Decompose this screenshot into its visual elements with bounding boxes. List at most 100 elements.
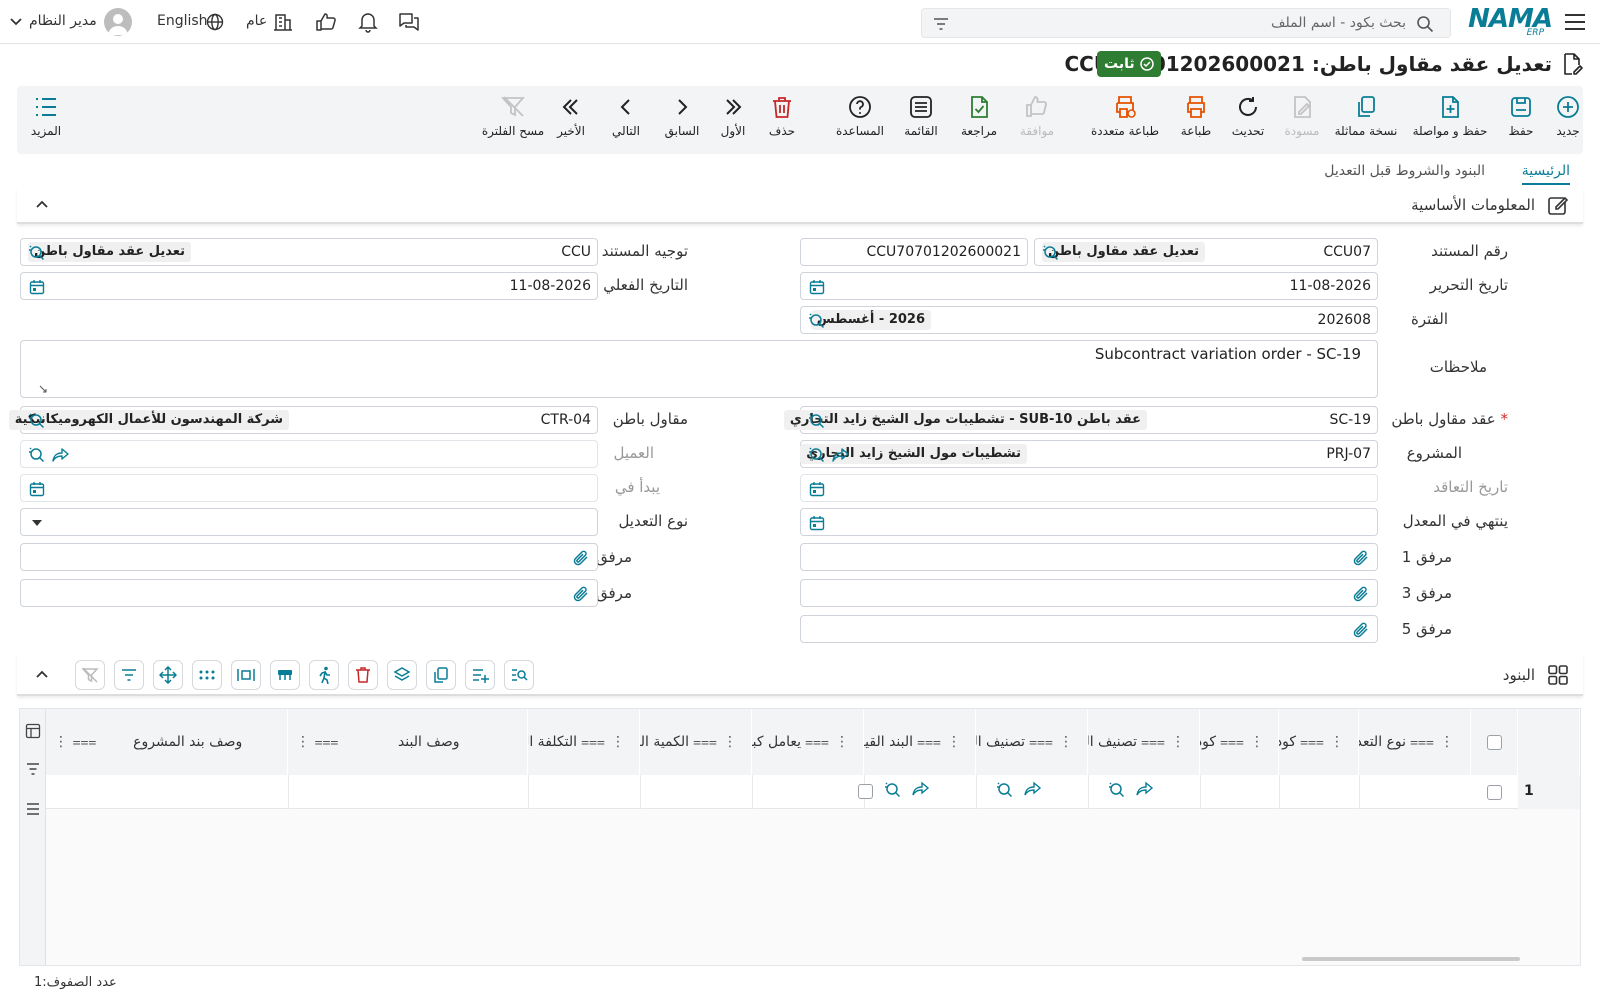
open-link-icon[interactable] xyxy=(912,781,930,797)
col-mod-type[interactable]: نوع التعديل⩶⋮ xyxy=(1359,709,1471,775)
columns-panel-icon[interactable] xyxy=(25,723,41,739)
col-code-1[interactable]: كود الـ⩶⋮ xyxy=(1279,709,1359,775)
calendar-icon[interactable] xyxy=(27,277,47,297)
language-switch[interactable]: English xyxy=(157,13,208,29)
category-1-lookup[interactable] xyxy=(1108,781,1154,799)
paperclip-icon[interactable] xyxy=(1351,620,1371,640)
run-button[interactable] xyxy=(309,660,339,690)
row-checkbox[interactable] xyxy=(1487,784,1502,800)
calendar-icon[interactable] xyxy=(27,479,47,499)
filter-icon[interactable] xyxy=(25,761,41,777)
clear-filter-button[interactable] xyxy=(75,660,105,690)
calendar-icon[interactable] xyxy=(807,479,827,499)
multi-print-button[interactable]: طباعة متعددة xyxy=(1083,94,1167,138)
chevron-down-icon[interactable] xyxy=(6,10,26,34)
draft-button[interactable]: مسودة xyxy=(1282,94,1322,138)
col-standard-item[interactable]: البند القياسـ⩶⋮ xyxy=(864,709,976,775)
building-icon[interactable] xyxy=(270,10,296,34)
chat-icon[interactable] xyxy=(396,10,422,34)
lookup-search-icon[interactable] xyxy=(27,411,47,431)
global-search[interactable]: بحث بكود - اسم الملف xyxy=(921,8,1451,38)
horizontal-scrollbar[interactable] xyxy=(1302,957,1520,961)
table-layout-button[interactable] xyxy=(270,660,300,690)
save-continue-button[interactable]: حفظ و مواصلة xyxy=(1410,94,1490,138)
clear-filter-button[interactable]: مسح الفلترة xyxy=(479,94,547,138)
contract-date-field[interactable] xyxy=(800,474,1378,502)
previous-button[interactable]: السابق xyxy=(662,94,702,138)
dots-grid-button[interactable] xyxy=(192,660,222,690)
attachment-2-field[interactable] xyxy=(20,543,598,571)
open-link-icon[interactable] xyxy=(1024,781,1042,797)
subcontract-lookup[interactable]: SC-19 عقد باطن SUB-10 - تشطيبات مول الشي… xyxy=(783,406,1378,434)
lookup-search-icon[interactable] xyxy=(1041,243,1061,263)
paperclip-icon[interactable] xyxy=(571,548,591,568)
lookup-search-icon[interactable] xyxy=(996,781,1014,799)
help-button[interactable]: المساعدة xyxy=(833,94,887,138)
col-category-1[interactable]: تصنيف البنـ⩶⋮ xyxy=(1088,709,1200,775)
review-button[interactable]: مراجعة xyxy=(959,94,999,138)
tab-terms-before-edit[interactable]: البنود والشروط قبل التعديل xyxy=(1324,163,1485,179)
save-button[interactable]: حفظ xyxy=(1506,94,1536,138)
open-link-icon[interactable] xyxy=(51,445,71,465)
new-button[interactable]: جديد xyxy=(1553,94,1583,138)
paperclip-icon[interactable] xyxy=(571,584,591,604)
paperclip-icon[interactable] xyxy=(1351,548,1371,568)
hamburger-menu-icon[interactable] xyxy=(1562,10,1588,34)
delete-rows-button[interactable] xyxy=(348,660,378,690)
project-lookup[interactable]: PRJ-07 تشطيبات مول الشيخ زايد التجاري xyxy=(800,440,1378,468)
row-select[interactable] xyxy=(1471,775,1518,809)
actual-date-field[interactable]: 11-08-2026 xyxy=(20,272,598,300)
calendar-icon[interactable] xyxy=(807,277,827,297)
basic-info-section-header[interactable]: المعلومات الأساسية xyxy=(17,188,1583,224)
copy-rows-button[interactable] xyxy=(426,660,456,690)
col-treat-as-item[interactable]: يعامل كبند⩶⋮ xyxy=(752,709,864,775)
search-rows-button[interactable] xyxy=(504,660,534,690)
period-lookup[interactable]: 202608 2026 - أغسطس xyxy=(800,306,1378,334)
calendar-icon[interactable] xyxy=(807,513,827,533)
delete-button[interactable]: حذف xyxy=(767,94,797,138)
col-code-2[interactable]: كود بـ⩶⋮ xyxy=(1200,709,1279,775)
col-item-desc[interactable]: ⋮ ⩶ وصف البند xyxy=(288,709,528,775)
category-2-lookup[interactable] xyxy=(996,781,1042,799)
fit-columns-button[interactable] xyxy=(231,660,261,690)
ends-date-field[interactable] xyxy=(800,508,1378,536)
open-link-icon[interactable] xyxy=(831,445,851,465)
doc-type-lookup[interactable]: CCU07 تعديل عقد مقاول باطن xyxy=(1034,238,1378,266)
notes-textarea[interactable]: Subcontract variation order - SC-19 xyxy=(20,340,1378,398)
chevron-up-icon[interactable] xyxy=(35,668,49,680)
next-button[interactable]: التالي xyxy=(606,94,646,138)
doc-number-field[interactable]: CCU70701202600021 xyxy=(800,238,1028,266)
chevron-up-icon[interactable] xyxy=(35,198,49,210)
table-row[interactable]: 1 xyxy=(46,775,1580,809)
resize-handle-icon[interactable] xyxy=(39,385,47,393)
lookup-search-icon[interactable] xyxy=(27,243,47,263)
last-button[interactable]: الأخير xyxy=(551,94,591,138)
notification-bell-icon[interactable] xyxy=(355,10,381,34)
list-button[interactable]: القائمة xyxy=(901,94,941,138)
col-project-item-desc[interactable]: ⋮ ⩶ وصف بند المشروع xyxy=(46,709,288,775)
caret-down-icon[interactable] xyxy=(27,513,47,533)
filter-button[interactable] xyxy=(114,660,144,690)
mod-type-select[interactable] xyxy=(20,508,598,536)
search-input[interactable]: بحث بكود - اسم الملف xyxy=(1271,15,1406,31)
lookup-search-icon[interactable] xyxy=(884,781,902,799)
select-all-header[interactable] xyxy=(1471,709,1518,775)
branch-label[interactable]: عام xyxy=(246,13,267,29)
add-rows-button[interactable] xyxy=(465,660,495,690)
tab-main[interactable]: الرئيسية xyxy=(1521,163,1570,185)
lookup-search-icon[interactable] xyxy=(27,445,47,465)
user-name[interactable]: مدير النظام xyxy=(29,13,97,29)
lookup-search-icon[interactable] xyxy=(807,311,827,331)
attachment-4-field[interactable] xyxy=(20,579,598,607)
layers-button[interactable] xyxy=(387,660,417,690)
attachment-5-field[interactable] xyxy=(800,615,1378,643)
lookup-search-icon[interactable] xyxy=(807,411,827,431)
col-actual-cost[interactable]: التكلفة الفع⩶⋮ xyxy=(528,709,640,775)
attachment-3-field[interactable] xyxy=(800,579,1378,607)
treat-as-item-checkbox[interactable] xyxy=(858,784,873,803)
duplicate-button[interactable]: نسخة مماثلة xyxy=(1332,94,1400,138)
more-button[interactable]: المزيد xyxy=(31,94,61,138)
standard-item-lookup[interactable] xyxy=(884,781,930,799)
first-button[interactable]: الأول xyxy=(718,94,748,138)
col-actual-qty[interactable]: الكمية الفعا⩶⋮ xyxy=(640,709,752,775)
